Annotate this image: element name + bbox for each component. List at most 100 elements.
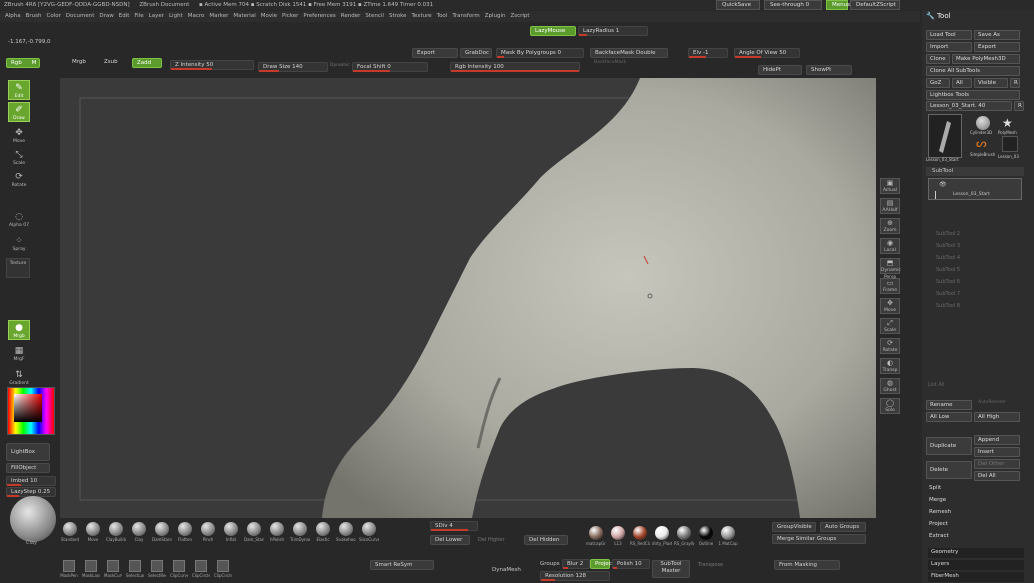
menu-document[interactable]: Document: [66, 13, 95, 19]
rgb-intensity-slider[interactable]: Rgb Intensity 100: [450, 62, 580, 72]
nav-actual-button[interactable]: ▣ Actual: [880, 178, 900, 194]
delete-button[interactable]: Delete: [926, 461, 972, 479]
subtool-slot[interactable]: SubTool 8: [928, 300, 1022, 312]
imbed-slider[interactable]: Imbed 10: [6, 476, 56, 486]
subtool-slot[interactable]: SubTool 7: [928, 288, 1022, 300]
del-lower-button[interactable]: Del Lower: [430, 535, 470, 545]
subtool-slot[interactable]: SubTool 3: [928, 240, 1022, 252]
material-matcapgray[interactable]: matcapGray: [586, 526, 606, 546]
scale-button[interactable]: ⤡ Scale: [8, 148, 30, 168]
color-picker[interactable]: [7, 387, 55, 435]
z-intensity-slider[interactable]: Z Intensity 50: [170, 60, 254, 70]
autoreorder-button[interactable]: AutoReorder: [978, 400, 1006, 405]
menu-picker[interactable]: Picker: [282, 13, 298, 19]
nav-move-button[interactable]: ✥ Move: [880, 298, 900, 314]
project-toggle[interactable]: Project: [590, 559, 614, 569]
elv-slider[interactable]: Elv -1: [688, 48, 728, 58]
del-higher-button[interactable]: Del Higher: [478, 537, 505, 543]
tool-panel-header[interactable]: 🔧 Tool: [926, 12, 951, 20]
dynamic-label[interactable]: Dynamic: [330, 63, 350, 68]
focal-shift-slider[interactable]: Focal Shift 0: [352, 62, 428, 72]
material-outline[interactable]: Outline: [696, 526, 716, 546]
material-1-matcap[interactable]: 1 MatCap: [718, 526, 738, 546]
zadd-toggle[interactable]: Zadd: [132, 58, 162, 68]
showpt-button[interactable]: ShowPt: [806, 65, 852, 75]
fibermesh-section[interactable]: FiberMesh: [928, 572, 1024, 582]
project-section[interactable]: Project: [926, 520, 1020, 530]
import-button[interactable]: Import: [926, 42, 972, 52]
nav-transp-button[interactable]: ◐ Transp: [880, 358, 900, 374]
duplicate-button[interactable]: Duplicate: [926, 437, 972, 455]
brush-standard[interactable]: Standard: [60, 522, 80, 542]
angle-of-view-slider[interactable]: Angle Of View 50: [734, 48, 800, 58]
brush-clay[interactable]: Clay: [129, 522, 149, 542]
brush-snakehook[interactable]: Snakehook: [336, 522, 356, 542]
stroke-button[interactable]: ⁘ Spray: [8, 234, 30, 254]
brush-flatten[interactable]: Flatten: [175, 522, 195, 542]
material-rs_graywax[interactable]: RS_GrayWax: [674, 526, 694, 546]
color-picker-square[interactable]: [14, 394, 42, 422]
simplebrush-icon[interactable]: ᔕ: [976, 136, 987, 150]
brush-damstandard[interactable]: DamStandard: [152, 522, 172, 542]
menu-render[interactable]: Render: [341, 13, 361, 19]
all-low-button[interactable]: All Low: [926, 412, 972, 422]
merge-similar-groups-button[interactable]: Merge Similar Groups: [772, 534, 866, 544]
nav-local-button[interactable]: ◉ Local: [880, 238, 900, 254]
goz-r-button[interactable]: R: [1010, 78, 1020, 88]
menu-layer[interactable]: Layer: [149, 13, 164, 19]
clone-button[interactable]: Clone: [926, 54, 950, 64]
menu-zplugin[interactable]: Zplugin: [485, 13, 506, 19]
stroke-masklasso[interactable]: MaskLasso: [82, 560, 100, 578]
subtool-active-item[interactable]: 👁 Lesson_03_Start: [928, 178, 1022, 200]
menus-toggle[interactable]: Menus: [826, 0, 850, 10]
current-brush-icon[interactable]: [10, 496, 56, 542]
mrgb-toggle[interactable]: Mrgb: [68, 58, 94, 66]
brush-elastic[interactable]: Elastic: [313, 522, 333, 542]
goz-all-button[interactable]: All: [952, 78, 972, 88]
brush-pinch[interactable]: Pinch: [198, 522, 218, 542]
brush-hpolish[interactable]: hPolish: [267, 522, 287, 542]
nav-rotate-button[interactable]: ⟳ Rotate: [880, 338, 900, 354]
viewport-canvas[interactable]: [60, 78, 876, 518]
menu-light[interactable]: Light: [169, 13, 183, 19]
tool-export-button[interactable]: Export: [974, 42, 1020, 52]
menu-movie[interactable]: Movie: [261, 13, 277, 19]
subtool-slot[interactable]: SubTool 2: [928, 228, 1022, 240]
goz-visible-button[interactable]: Visible: [974, 78, 1008, 88]
hidept-button[interactable]: HidePt: [758, 65, 802, 75]
polish-slider[interactable]: Polish 10: [612, 559, 650, 569]
subtool-header[interactable]: SubTool: [926, 167, 1024, 176]
default-zscript-button[interactable]: DefaultZScript: [850, 0, 900, 10]
remesh-section[interactable]: Remesh: [926, 508, 1020, 518]
mask-polygroups-slider[interactable]: Mask By Polygroups 0: [496, 48, 584, 58]
polymesh-star-icon[interactable]: ★: [1002, 116, 1013, 130]
switch-color-button[interactable]: ⇅ Gradient: [8, 368, 30, 388]
menu-material[interactable]: Material: [233, 13, 255, 19]
subtool-slot[interactable]: SubTool 5: [928, 264, 1022, 276]
tool-thumb-cylinder[interactable]: [976, 116, 990, 130]
grabdoc-button[interactable]: GrabDoc: [460, 48, 492, 58]
dynamesh-button[interactable]: DynaMesh: [492, 567, 521, 573]
menu-transform[interactable]: Transform: [452, 13, 479, 19]
menu-alpha[interactable]: Alpha: [5, 13, 21, 19]
del-all-button[interactable]: Del All: [974, 471, 1020, 481]
goz-button[interactable]: GoZ: [926, 78, 950, 88]
quicksave-button[interactable]: QuickSave: [716, 0, 760, 10]
del-other-button[interactable]: Del Other: [974, 459, 1020, 469]
lazyradius-slider[interactable]: LazyRadius 1: [578, 26, 648, 36]
material-dirty_plaster[interactable]: dirty_Plaster: [652, 526, 672, 546]
layers-section[interactable]: Layers: [928, 560, 1024, 570]
subtool-slot[interactable]: SubTool 4: [928, 252, 1022, 264]
current-tool-slider[interactable]: Lesson_03_Start. 40: [926, 101, 1012, 111]
split-section[interactable]: Split: [926, 484, 1020, 494]
lightbox-tools-button[interactable]: Lightbox Tools: [926, 90, 1020, 100]
subtool-master-button[interactable]: SubTool Master: [652, 560, 690, 578]
stroke-selectlasso[interactable]: SelectLasso: [126, 560, 144, 578]
rename-button[interactable]: Rename: [926, 400, 972, 410]
menu-stroke[interactable]: Stroke: [389, 13, 407, 19]
blur-slider[interactable]: Blur 2: [562, 559, 590, 569]
brush-slicecurve[interactable]: SliceCurve: [359, 522, 379, 542]
append-button[interactable]: Append: [974, 435, 1020, 445]
menu-macro[interactable]: Macro: [188, 13, 205, 19]
menu-edit[interactable]: Edit: [119, 13, 130, 19]
